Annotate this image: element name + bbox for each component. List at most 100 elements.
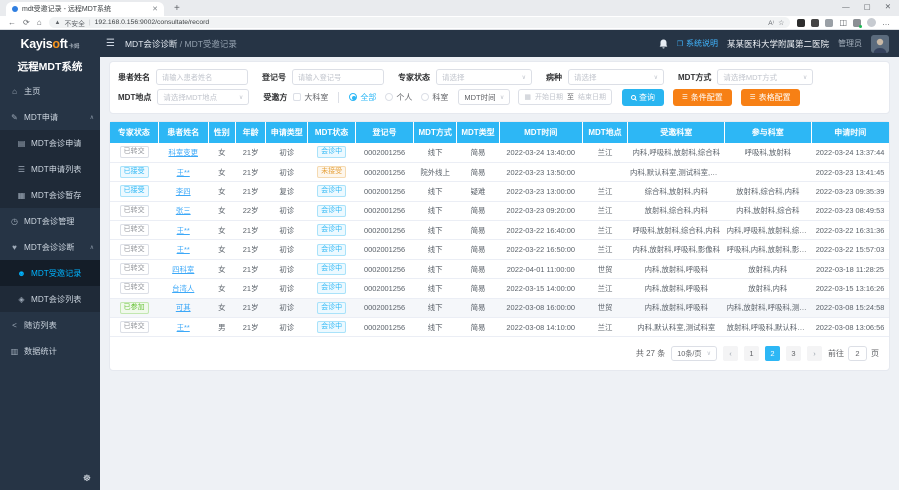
table-cell: 线下 <box>414 240 457 259</box>
status-badge: 会诊中 <box>317 185 346 197</box>
page-button[interactable]: 1 <box>744 346 759 361</box>
mdt-location-select[interactable]: 请选择MDT地点 ∨ <box>157 89 249 105</box>
table-cell: 21岁 <box>235 182 265 201</box>
app-logo: Kayisoft 卡姆 <box>0 37 100 51</box>
patient-name-link[interactable]: 可其 <box>176 303 191 312</box>
next-page-button[interactable]: › <box>807 346 822 361</box>
window-maximize-button[interactable]: ▢ <box>864 2 871 11</box>
table-cell: 2022-03-24 13:40:00 <box>499 143 582 162</box>
time-field-select[interactable]: MDT时间 ∨ <box>458 89 510 105</box>
page-button[interactable]: 3 <box>786 346 801 361</box>
new-tab-button[interactable]: + <box>174 3 180 14</box>
table-cell: 简易 <box>457 162 500 181</box>
radio-option[interactable]: 个人 <box>385 92 412 103</box>
bell-icon[interactable] <box>659 39 668 49</box>
sidebar-item[interactable]: ▤MDT会诊申请 <box>0 130 100 156</box>
table-cell: 线下 <box>414 298 457 317</box>
table-cell: 初诊 <box>266 143 308 162</box>
table-cell: 世贸 <box>582 259 628 278</box>
big-dept-checkbox[interactable] <box>293 93 301 101</box>
tab-title: mdt受邀记录 - 远程MDT系统 <box>22 4 148 14</box>
chevron-down-icon: ∨ <box>654 74 658 81</box>
sidebar-item[interactable]: ◈MDT会诊列表 <box>0 286 100 312</box>
disease-select[interactable]: 请选择∨ <box>568 69 664 85</box>
extension-icon[interactable] <box>853 19 861 27</box>
goto-page-input[interactable] <box>848 346 867 361</box>
window-minimize-button[interactable]: — <box>842 2 850 11</box>
extension-icon[interactable] <box>825 19 833 27</box>
status-badge: 已转交 <box>120 224 149 236</box>
extension-icon[interactable] <box>811 19 819 27</box>
expert-status-select[interactable]: 请选择∨ <box>436 69 532 85</box>
sidebar-collapse-icon[interactable]: ☰ <box>106 38 115 49</box>
prev-page-button[interactable]: ‹ <box>723 346 738 361</box>
status-badge: 已转交 <box>120 244 149 256</box>
patient-name-link[interactable]: 王** <box>177 245 190 254</box>
condition-config-button[interactable]: ☰ 条件配置 <box>673 89 732 106</box>
table-cell: 2022-03-15 13:16:26 <box>811 279 889 298</box>
sidebar-item[interactable]: ♥MDT会诊诊断∧ <box>0 234 100 260</box>
patient-name-link[interactable]: 科室变更 <box>168 148 198 157</box>
table-cell: 科室变更 <box>158 143 208 162</box>
patient-name-link[interactable]: 王** <box>177 168 190 177</box>
status-badge: 会诊中 <box>317 244 346 256</box>
gear-icon[interactable]: ☸ <box>83 473 91 484</box>
table-cell: 张三 <box>158 201 208 220</box>
search-button[interactable]: 查询 <box>622 89 664 106</box>
sidebar-item[interactable]: ⌂主页 <box>0 78 100 104</box>
sidebar-item[interactable]: ☰MDT申请列表 <box>0 156 100 182</box>
patient-name-link[interactable]: 四科室 <box>172 265 194 274</box>
radio-checked[interactable]: 全部 <box>349 92 376 103</box>
breadcrumb-parent[interactable]: MDT会诊诊断 <box>125 39 177 49</box>
breadcrumb: MDT会诊诊断 / MDT受邀记录 <box>125 38 237 50</box>
patient-name-link[interactable]: 王** <box>177 323 190 332</box>
patient-name-link[interactable]: 李四 <box>176 187 191 196</box>
tab-close-icon[interactable]: ✕ <box>152 5 158 13</box>
patient-name-link[interactable]: 张三 <box>176 206 191 215</box>
table-cell: 世贸 <box>582 298 628 317</box>
table-cell: 2022-03-23 13:00:00 <box>499 182 582 201</box>
radio-option[interactable]: 科室 <box>421 92 448 103</box>
patient-name-link[interactable]: 台湾人 <box>172 284 194 293</box>
split-screen-icon[interactable]: ◫ <box>839 18 847 27</box>
table-cell: 已转交 <box>110 318 158 337</box>
date-range-picker[interactable]: ▦ 开始日期 至 结束日期 <box>518 89 612 105</box>
table-cell: 2022-03-08 15:24:58 <box>811 298 889 317</box>
window-close-button[interactable]: ✕ <box>885 2 891 11</box>
sidebar-item[interactable]: ▦MDT会诊暂存 <box>0 182 100 208</box>
column-header: MDT地点 <box>582 122 628 143</box>
browser-tab[interactable]: mdt受邀记录 - 远程MDT系统 ✕ <box>6 2 164 16</box>
url-input[interactable]: ▲ 不安全 | 192.168.0.156:9002/consultate/re… <box>49 17 791 28</box>
page-button[interactable]: 2 <box>765 346 780 361</box>
sidebar-item[interactable]: ◷MDT会诊管理 <box>0 208 100 234</box>
refresh-icon[interactable]: ⟳ <box>23 18 30 27</box>
sidebar-item[interactable]: ☻MDT受邀记录 <box>0 260 100 286</box>
mdt-mode-select[interactable]: 请选择MDT方式∨ <box>717 69 813 85</box>
table-cell: 0002001256 <box>355 162 413 181</box>
home-icon[interactable]: ⌂ <box>37 18 42 27</box>
filter-label: 登记号 <box>262 72 286 83</box>
register-no-input[interactable] <box>292 69 384 85</box>
extension-icon[interactable] <box>797 19 805 27</box>
sidebar-item[interactable]: ✎MDT申请∧ <box>0 104 100 130</box>
favorite-star-icon[interactable]: ☆ <box>778 19 784 27</box>
browser-menu-icon[interactable]: … <box>882 18 891 27</box>
table-cell: 兰江 <box>582 221 628 240</box>
patient-name-input[interactable] <box>156 69 248 85</box>
sidebar-item[interactable]: ▥数据统计 <box>0 338 100 364</box>
goto-label: 前往 <box>828 348 844 359</box>
browser-profile-avatar[interactable] <box>867 18 876 27</box>
sidebar-item[interactable]: <随访列表 <box>0 312 100 338</box>
user-avatar[interactable] <box>871 35 889 53</box>
system-help-link[interactable]: ❒ 系统说明 <box>677 38 718 49</box>
table-config-button[interactable]: ☰ 表格配置 <box>741 89 800 106</box>
back-icon[interactable]: ← <box>8 18 16 27</box>
page-size-select[interactable]: 10条/页 ∨ <box>671 346 717 361</box>
table-cell: 初诊 <box>266 279 308 298</box>
table-cell: 放射科,内科 <box>725 259 811 278</box>
filter-label: 患者姓名 <box>118 72 150 83</box>
sidebar: 远程MDT系统 ⌂主页✎MDT申请∧▤MDT会诊申请☰MDT申请列表▦MDT会诊… <box>0 57 100 490</box>
table-cell: 李四 <box>158 182 208 201</box>
read-aloud-icon[interactable]: A⁾ <box>768 19 774 27</box>
patient-name-link[interactable]: 王** <box>177 226 190 235</box>
